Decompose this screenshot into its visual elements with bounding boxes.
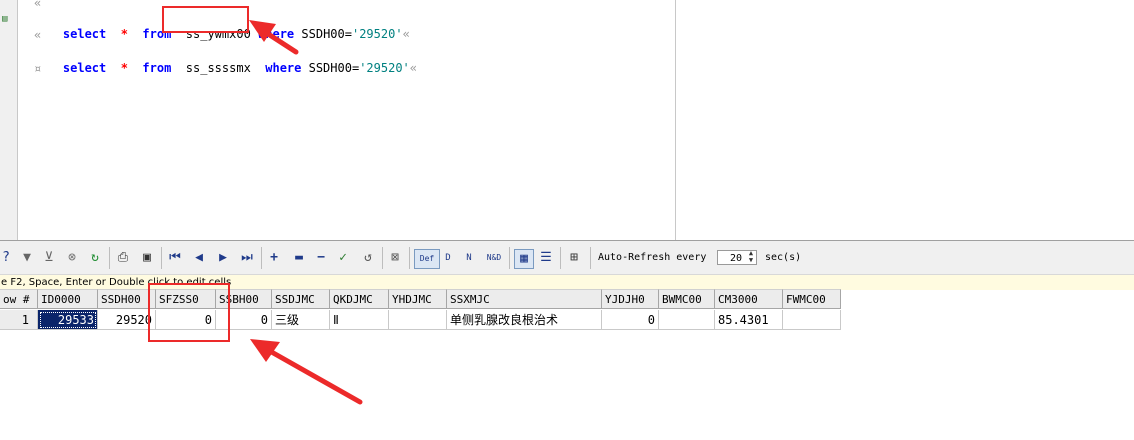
annotation-arrows xyxy=(249,20,363,405)
annotation-arrow-column xyxy=(250,339,363,405)
annotation-arrow-table xyxy=(249,20,299,55)
